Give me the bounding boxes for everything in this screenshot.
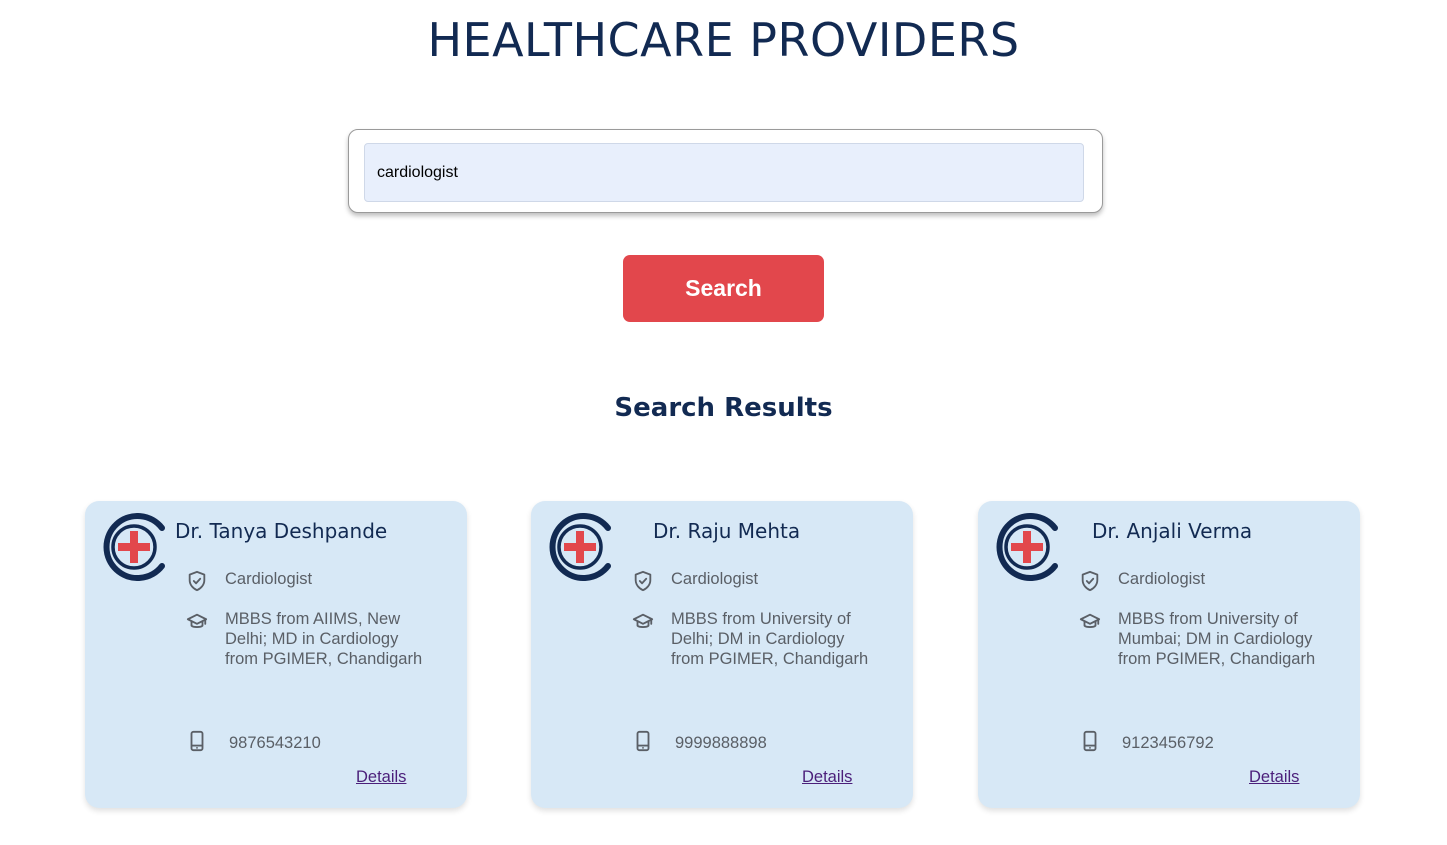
provider-card: Dr. Tanya Deshpande Cardiologist MBBS fr… bbox=[85, 501, 467, 808]
provider-name: Dr. Raju Mehta bbox=[653, 519, 801, 543]
search-input[interactable] bbox=[364, 143, 1084, 202]
provider-education: MBBS from University of Mumbai; DM in Ca… bbox=[1118, 610, 1316, 668]
provider-card: Dr. Anjali Verma Cardiologist MBBS from … bbox=[978, 501, 1360, 808]
results-heading: Search Results bbox=[614, 393, 833, 423]
graduation-cap-icon bbox=[1079, 613, 1101, 628]
provider-specialty: Cardiologist bbox=[1118, 570, 1206, 588]
shield-check-icon bbox=[634, 570, 652, 592]
graduation-cap-icon bbox=[632, 613, 654, 628]
details-link[interactable]: Details bbox=[356, 768, 406, 787]
provider-specialty: Cardiologist bbox=[225, 570, 313, 588]
provider-education: MBBS from University of Delhi; DM in Car… bbox=[671, 610, 869, 668]
shield-check-icon bbox=[1081, 570, 1099, 592]
graduation-cap-icon bbox=[186, 613, 208, 628]
provider-phone: 9123456792 bbox=[1122, 734, 1214, 752]
medical-cross-logo-icon bbox=[996, 513, 1058, 581]
medical-cross-logo-icon bbox=[549, 513, 611, 581]
mobile-phone-icon bbox=[1083, 730, 1097, 752]
provider-phone: 9999888898 bbox=[675, 734, 767, 752]
provider-education: MBBS from AIIMS, New Delhi; MD in Cardio… bbox=[225, 610, 423, 668]
page-title: HEALTHCARE PROVIDERS bbox=[427, 13, 1020, 67]
provider-specialty: Cardiologist bbox=[671, 570, 759, 588]
provider-name: Dr. Tanya Deshpande bbox=[175, 519, 388, 543]
provider-name: Dr. Anjali Verma bbox=[1092, 519, 1253, 543]
mobile-phone-icon bbox=[190, 730, 204, 752]
mobile-phone-icon bbox=[636, 730, 650, 752]
provider-card: Dr. Raju Mehta Cardiologist MBBS from Un… bbox=[531, 501, 913, 808]
search-button[interactable]: Search bbox=[623, 255, 824, 322]
medical-cross-logo-icon bbox=[103, 513, 165, 581]
search-box bbox=[348, 129, 1103, 213]
details-link[interactable]: Details bbox=[1249, 768, 1299, 787]
details-link[interactable]: Details bbox=[802, 768, 852, 787]
provider-phone: 9876543210 bbox=[229, 734, 321, 752]
shield-check-icon bbox=[188, 570, 206, 592]
page: HEALTHCARE PROVIDERS Search Search Resul… bbox=[0, 0, 1447, 845]
